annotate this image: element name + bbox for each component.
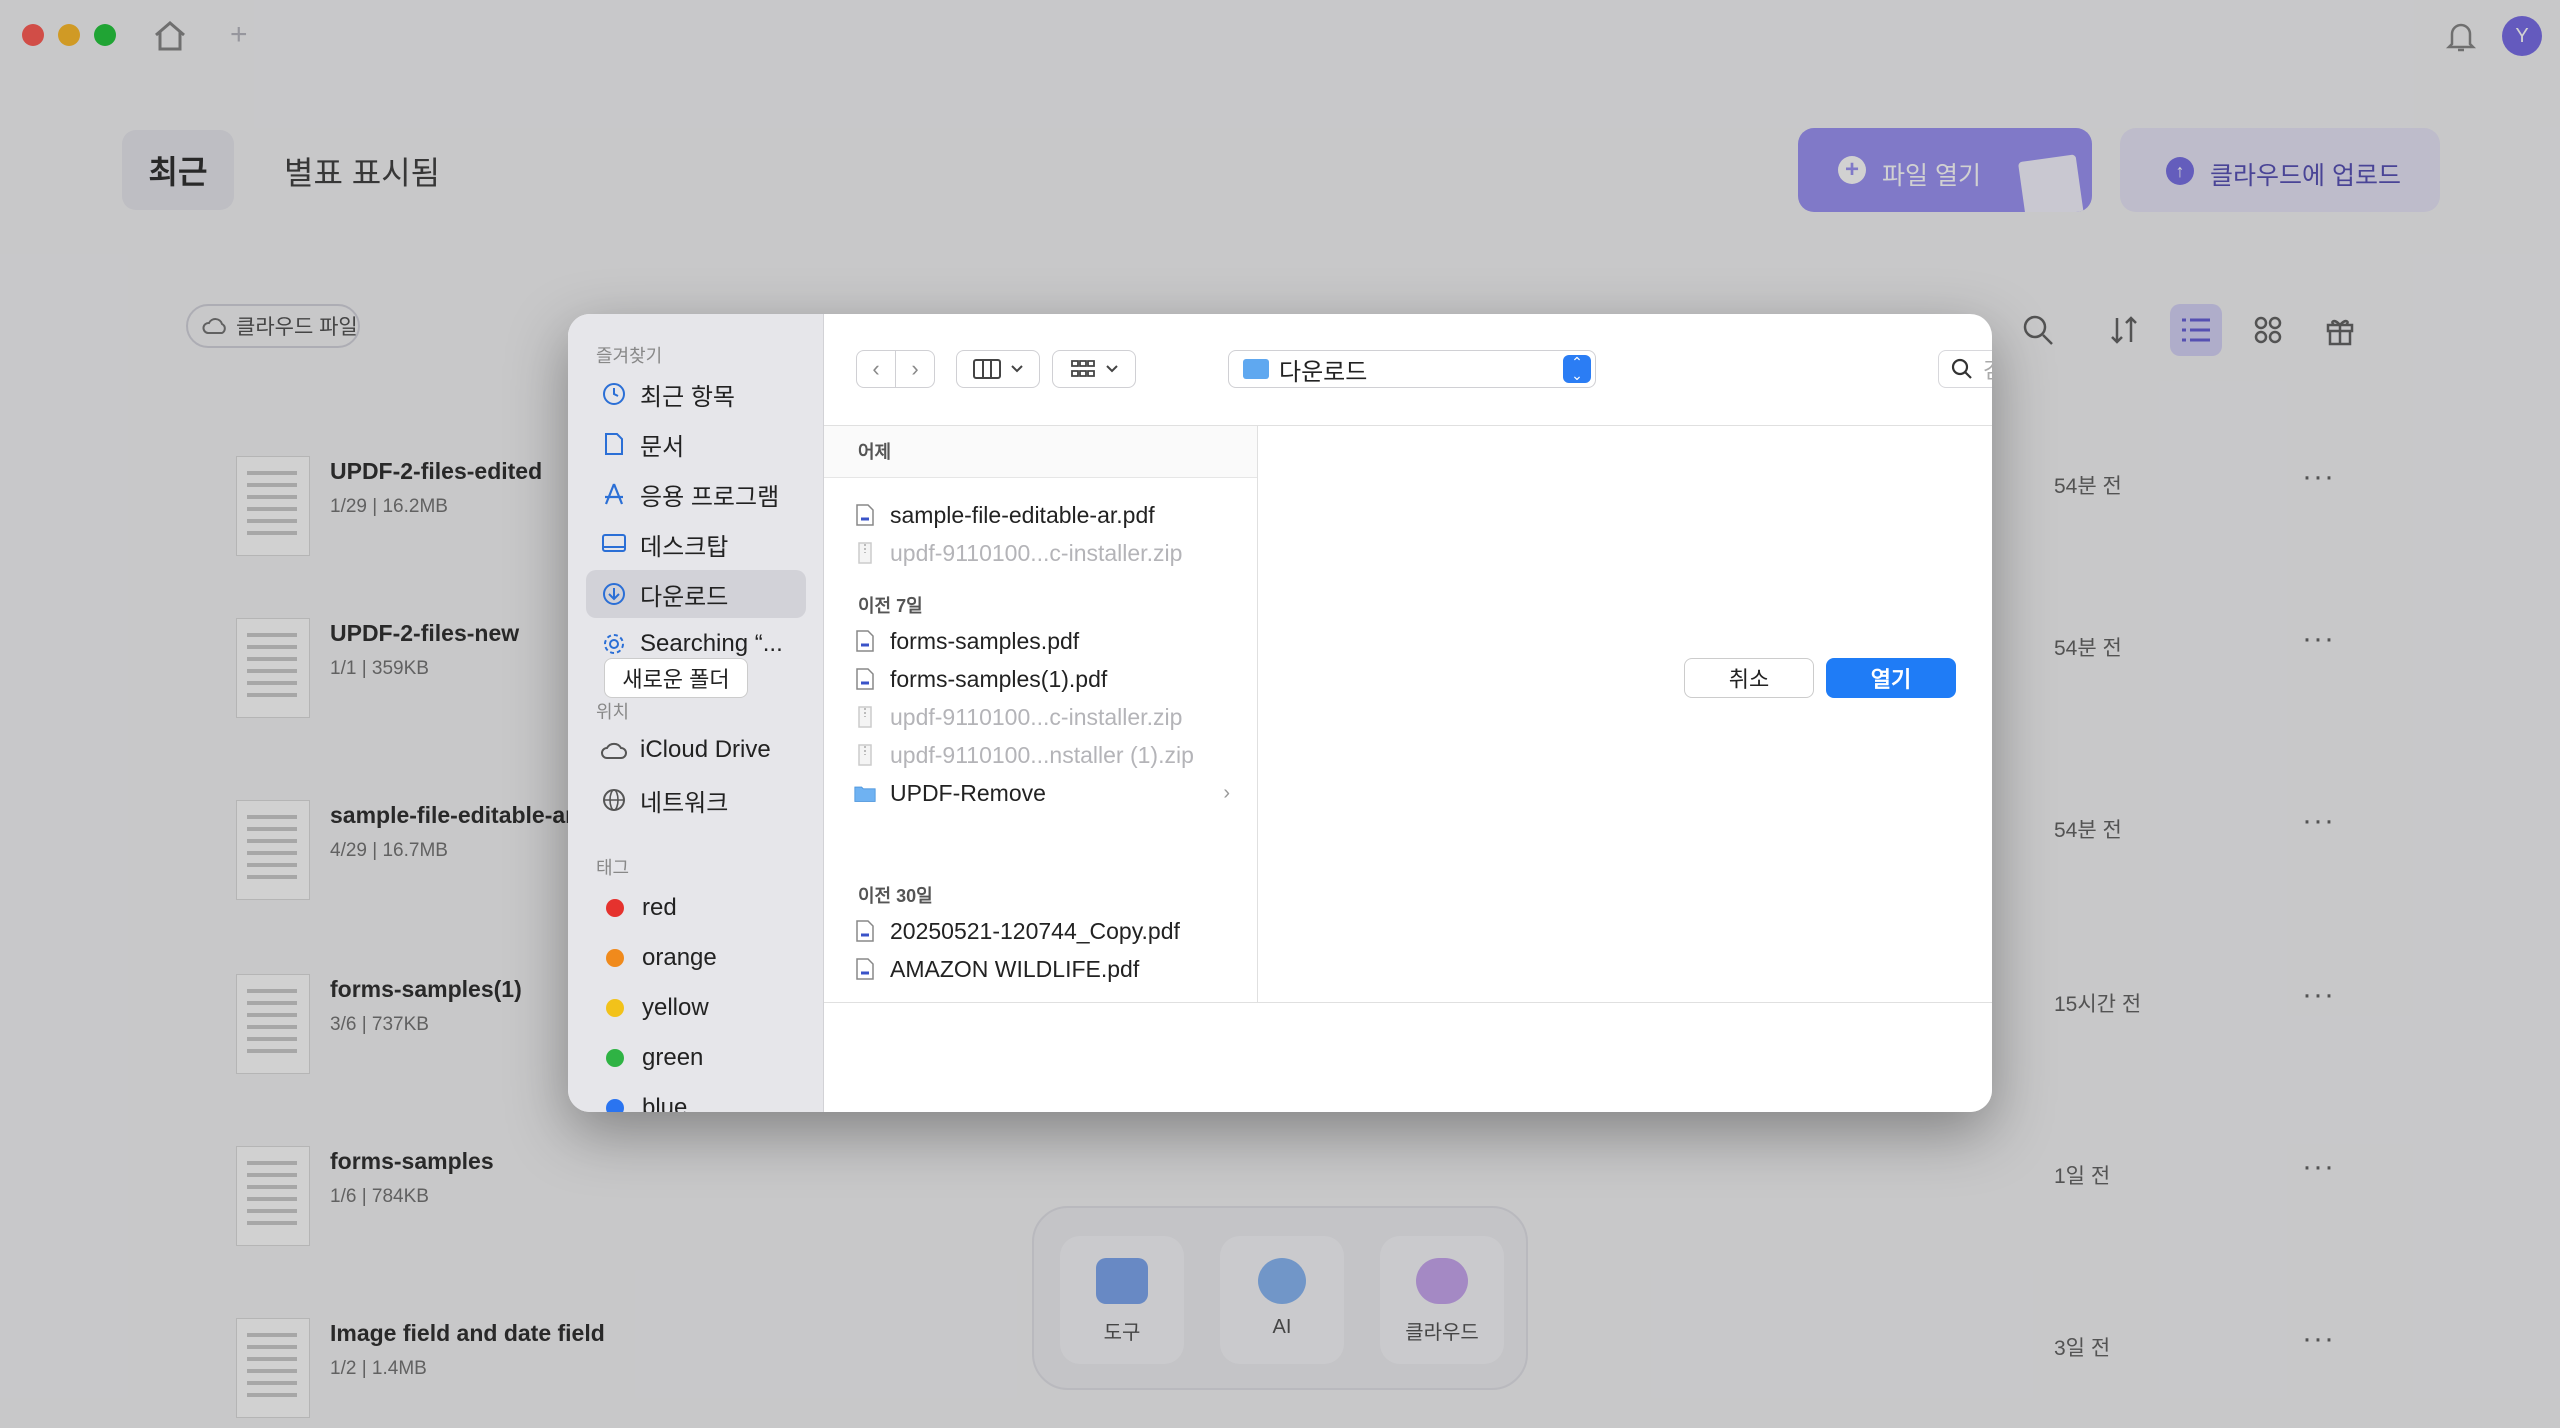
document-icon (600, 430, 628, 458)
group-heading: 이전 7일 (858, 596, 923, 616)
sidebar-item-label: 최근 항목 (640, 383, 735, 411)
file-item-name: updf-9110100...nstaller (1).zip (890, 741, 1194, 768)
location-label: 다운로드 (1279, 358, 1368, 386)
pdf-file-icon (854, 628, 876, 654)
file-item[interactable]: forms-samples.pdf (824, 622, 1257, 660)
folder-item[interactable]: UPDF-Remove › (824, 774, 1257, 812)
pdf-file-icon (854, 502, 876, 528)
sidebar-item-downloads[interactable]: 다운로드 (586, 570, 806, 618)
file-item-name: AMAZON WILDLIFE.pdf (890, 955, 1140, 982)
group-view-button[interactable] (1052, 350, 1136, 388)
search-field[interactable]: 검색 (1938, 350, 1992, 388)
file-item-name: sample-file-editable-ar.pdf (890, 501, 1155, 528)
search-icon (1951, 358, 1973, 380)
dialog-toolbar: ‹ › 다운로드 ⌃⌄ 검색 (824, 314, 1992, 426)
file-item-name: updf-9110100...c-installer.zip (890, 703, 1183, 730)
sidebar-item-label: red (642, 894, 677, 921)
tags-heading: 태그 (596, 858, 630, 878)
tag-color-dot (606, 1099, 624, 1112)
file-item[interactable]: AMAZON WILDLIFE.pdf (824, 950, 1257, 988)
sidebar-item-label: 문서 (640, 433, 685, 461)
file-item-name: forms-samples(1).pdf (890, 665, 1108, 692)
globe-icon (600, 786, 628, 814)
sidebar-item-desktop[interactable]: 데스크탑 (586, 520, 806, 568)
dialog-sidebar: 즐겨찾기 최근 항목 문서 응용 프로그램 데스크탑 다운로드 Searchin… (568, 314, 824, 1112)
open-button[interactable]: 열기 (1826, 658, 1956, 698)
sidebar-tag-red[interactable]: red (586, 884, 806, 932)
file-item-disabled: updf-9110100...c-installer.zip (824, 534, 1257, 572)
sidebar-tag-blue[interactable]: blue (586, 1084, 806, 1112)
sidebar-item-label: 데스크탑 (640, 533, 729, 561)
clock-icon (600, 380, 628, 408)
sidebar-tag-green[interactable]: green (586, 1034, 806, 1082)
group-heading: 이전 30일 (858, 886, 933, 906)
chevron-right-icon: › (911, 356, 919, 381)
tag-color-dot (606, 1049, 624, 1067)
sidebar-item-recents[interactable]: 최근 항목 (586, 370, 806, 418)
sidebar-item-label: 네트워크 (640, 789, 729, 817)
zip-file-icon (854, 540, 876, 566)
chevron-down-icon (1011, 365, 1023, 373)
favorites-heading: 즐겨찾기 (596, 346, 663, 366)
dialog-footer (824, 1002, 1992, 1112)
preview-pane (1259, 426, 1992, 1002)
file-item-name: updf-9110100...c-installer.zip (890, 539, 1183, 566)
columns-icon (973, 359, 1001, 379)
tag-color-dot (606, 999, 624, 1017)
location-dropdown[interactable]: 다운로드 ⌃ ⌄ (1228, 350, 1596, 388)
chevron-right-icon: › (1223, 781, 1230, 804)
file-item[interactable]: 20250521-120744_Copy.pdf (824, 912, 1257, 950)
sidebar-item-icloud-drive[interactable]: iCloud Drive (586, 726, 806, 774)
sidebar-item-label: yellow (642, 994, 709, 1021)
file-item[interactable]: forms-samples(1).pdf (824, 660, 1257, 698)
pdf-file-icon (854, 956, 876, 982)
sidebar-tag-yellow[interactable]: yellow (586, 984, 806, 1032)
folder-icon (1243, 359, 1269, 379)
open-file-dialog: 즐겨찾기 최근 항목 문서 응용 프로그램 데스크탑 다운로드 Searchin… (568, 314, 1992, 1112)
file-item-name: forms-samples.pdf (890, 627, 1080, 654)
back-button[interactable]: ‹ (856, 350, 896, 388)
sidebar-item-network[interactable]: 네트워크 (586, 776, 806, 824)
apps-icon (600, 480, 628, 508)
folder-icon (854, 780, 876, 806)
file-item-name: 20250521-120744_Copy.pdf (890, 917, 1180, 944)
tag-color-dot (606, 899, 624, 917)
sidebar-item-label: 응용 프로그램 (640, 483, 780, 511)
sidebar-item-label: orange (642, 944, 717, 971)
pdf-file-icon (854, 918, 876, 944)
file-list-column: 어제 sample-file-editable-ar.pdf updf-9110… (824, 426, 1258, 1002)
folder-item-name: UPDF-Remove (890, 779, 1046, 806)
file-item-disabled: updf-9110100...c-installer.zip (824, 698, 1257, 736)
group-heading: 어제 (824, 426, 1257, 478)
desktop-icon (600, 530, 628, 558)
updown-chevron-icon: ⌃ ⌄ (1563, 355, 1591, 383)
cloud-icon (600, 736, 628, 764)
locations-heading: 위치 (596, 702, 630, 722)
zip-file-icon (854, 742, 876, 768)
sidebar-item-label: Searching “... (640, 630, 783, 657)
sidebar-item-applications[interactable]: 응용 프로그램 (586, 470, 806, 518)
chevron-left-icon: ‹ (872, 356, 880, 381)
grid-icon (1071, 360, 1095, 377)
sidebar-item-label: 다운로드 (640, 583, 729, 611)
file-item-disabled: updf-9110100...nstaller (1).zip (824, 736, 1257, 774)
search-placeholder: 검색 (1983, 353, 1992, 385)
sidebar-item-label: iCloud Drive (640, 736, 771, 763)
tag-color-dot (606, 949, 624, 967)
file-item[interactable]: sample-file-editable-ar.pdf (824, 496, 1257, 534)
chevron-down-icon (1106, 365, 1118, 373)
download-icon (600, 580, 628, 608)
pdf-file-icon (854, 666, 876, 692)
sidebar-item-label: blue (642, 1094, 688, 1112)
zip-file-icon (854, 704, 876, 730)
gear-icon (600, 630, 628, 658)
new-folder-button[interactable]: 새로운 폴더 (604, 658, 748, 698)
sidebar-tag-orange[interactable]: orange (586, 934, 806, 982)
column-view-button[interactable] (956, 350, 1040, 388)
sidebar-item-documents[interactable]: 문서 (586, 420, 806, 468)
cancel-button[interactable]: 취소 (1684, 658, 1814, 698)
sidebar-item-label: green (642, 1044, 704, 1071)
forward-button[interactable]: › (895, 350, 935, 388)
